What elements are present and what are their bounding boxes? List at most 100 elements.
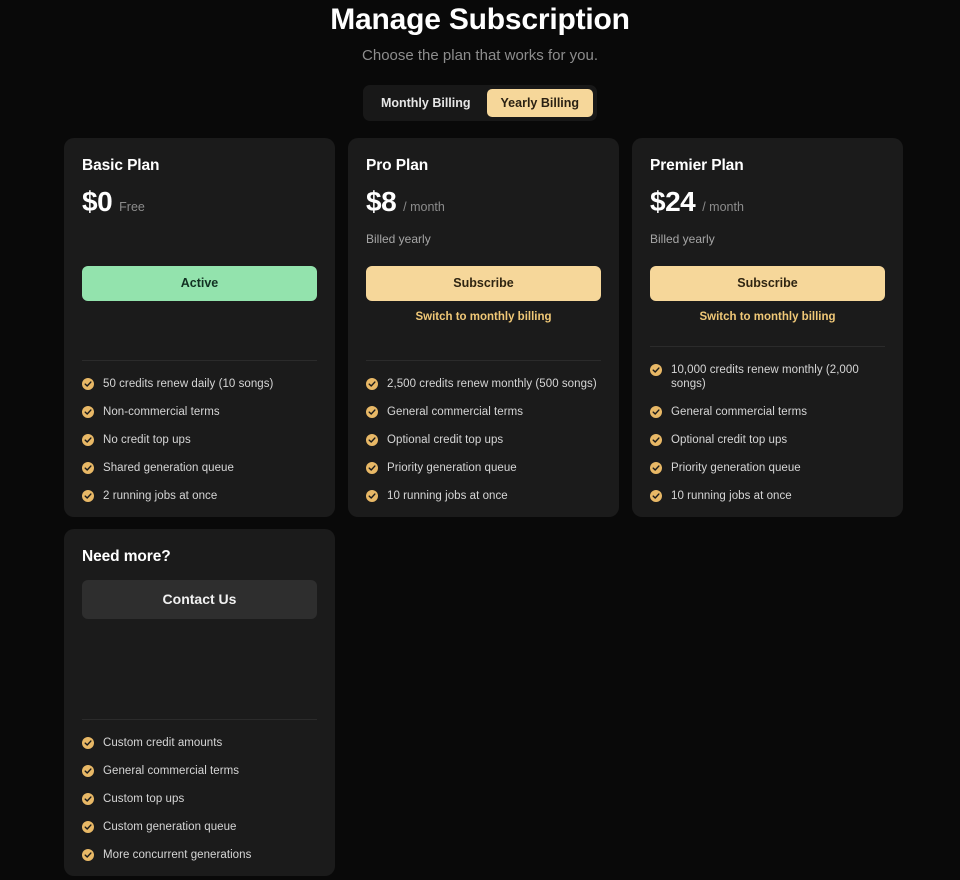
feature-item: Custom top ups bbox=[82, 792, 317, 820]
page-subtitle: Choose the plan that works for you. bbox=[0, 47, 960, 65]
check-circle-icon bbox=[82, 406, 94, 418]
toggle-monthly-billing[interactable]: Monthly Billing bbox=[367, 89, 485, 117]
check-circle-icon bbox=[82, 765, 94, 777]
feature-item: General commercial terms bbox=[650, 405, 885, 433]
feature-item: 10 running jobs at once bbox=[650, 489, 885, 503]
plan-billed-note: Billed yearly bbox=[650, 232, 885, 247]
plan-cta-slot: Active bbox=[82, 266, 317, 301]
feature-label: 2 running jobs at once bbox=[103, 489, 217, 503]
feature-label: General commercial terms bbox=[671, 405, 807, 419]
check-circle-icon bbox=[366, 406, 378, 418]
check-circle-icon bbox=[82, 462, 94, 474]
plan-name: Pro Plan bbox=[366, 156, 601, 175]
feature-label: 50 credits renew daily (10 songs) bbox=[103, 377, 273, 391]
feature-item: Optional credit top ups bbox=[650, 433, 885, 461]
feature-item: General commercial terms bbox=[82, 764, 317, 792]
plan-cta-slot: Subscribe Switch to monthly billing bbox=[366, 266, 601, 324]
feature-label: Non-commercial terms bbox=[103, 405, 220, 419]
plan-price-unit: Free bbox=[119, 200, 145, 215]
plan-billed-note bbox=[82, 232, 317, 247]
plan-card-pro: Pro Plan $8 / month Billed yearly Subscr… bbox=[348, 138, 619, 517]
plan-subscribe-button[interactable]: Subscribe bbox=[650, 266, 885, 301]
feature-item: Priority generation queue bbox=[650, 461, 885, 489]
subscription-page: Manage Subscription Choose the plan that… bbox=[0, 0, 960, 880]
plan-feature-list: 10,000 credits renew monthly (2,000 song… bbox=[650, 347, 885, 503]
plan-feature-list: 50 credits renew daily (10 songs) Non-co… bbox=[82, 361, 317, 503]
feature-label: More concurrent generations bbox=[103, 848, 251, 862]
feature-item: General commercial terms bbox=[366, 405, 601, 433]
check-circle-icon bbox=[650, 434, 662, 446]
feature-label: General commercial terms bbox=[387, 405, 523, 419]
feature-label: Optional credit top ups bbox=[387, 433, 503, 447]
feature-item: Optional credit top ups bbox=[366, 433, 601, 461]
check-circle-icon bbox=[650, 364, 662, 376]
price-row: $0 Free bbox=[82, 187, 317, 217]
check-circle-icon bbox=[366, 378, 378, 390]
feature-item: 2 running jobs at once bbox=[82, 489, 317, 503]
feature-label: Priority generation queue bbox=[671, 461, 801, 475]
switch-billing-link[interactable]: Switch to monthly billing bbox=[650, 310, 885, 324]
feature-label: Custom credit amounts bbox=[103, 736, 222, 750]
need-more-title: Need more? bbox=[82, 547, 317, 566]
feature-label: Custom top ups bbox=[103, 792, 184, 806]
feature-label: No credit top ups bbox=[103, 433, 191, 447]
check-circle-icon bbox=[366, 490, 378, 502]
plan-card-premier: Premier Plan $24 / month Billed yearly S… bbox=[632, 138, 903, 517]
check-circle-icon bbox=[82, 793, 94, 805]
check-circle-icon bbox=[82, 434, 94, 446]
feature-item: Custom generation queue bbox=[82, 820, 317, 848]
plan-cta-active-button[interactable]: Active bbox=[82, 266, 317, 301]
feature-item: Non-commercial terms bbox=[82, 405, 317, 433]
check-circle-icon bbox=[82, 821, 94, 833]
contact-us-button[interactable]: Contact Us bbox=[82, 580, 317, 619]
plan-price: $0 bbox=[82, 187, 112, 217]
plan-price: $24 bbox=[650, 187, 695, 217]
toggle-yearly-billing[interactable]: Yearly Billing bbox=[487, 89, 594, 117]
need-more-card: Need more? Contact Us Custom credit amou… bbox=[64, 529, 335, 876]
plan-name: Premier Plan bbox=[650, 156, 885, 175]
feature-label: Priority generation queue bbox=[387, 461, 517, 475]
feature-label: 10 running jobs at once bbox=[671, 489, 792, 503]
need-more-feature-list: Custom credit amounts General commercial… bbox=[82, 720, 317, 862]
page-header: Manage Subscription Choose the plan that… bbox=[0, 0, 960, 121]
check-circle-icon bbox=[366, 434, 378, 446]
check-circle-icon bbox=[366, 462, 378, 474]
check-circle-icon bbox=[650, 490, 662, 502]
feature-label: 10 running jobs at once bbox=[387, 489, 508, 503]
need-more-cta-slot: Contact Us bbox=[82, 580, 317, 619]
switch-billing-link[interactable]: Switch to monthly billing bbox=[366, 310, 601, 324]
check-circle-icon bbox=[82, 378, 94, 390]
card-spacer bbox=[82, 619, 317, 719]
plans-grid: Basic Plan $0 Free Active 50 credits ren… bbox=[64, 138, 904, 876]
feature-item: No credit top ups bbox=[82, 433, 317, 461]
feature-label: General commercial terms bbox=[103, 764, 239, 778]
feature-label: Custom generation queue bbox=[103, 820, 237, 834]
plan-price-unit: / month bbox=[702, 200, 744, 215]
plan-feature-list: 2,500 credits renew monthly (500 songs) … bbox=[366, 361, 601, 503]
check-circle-icon bbox=[82, 490, 94, 502]
feature-item: Priority generation queue bbox=[366, 461, 601, 489]
plan-subscribe-button[interactable]: Subscribe bbox=[366, 266, 601, 301]
plan-cta-slot: Subscribe Switch to monthly billing bbox=[650, 266, 885, 324]
feature-item: 10 running jobs at once bbox=[366, 489, 601, 503]
feature-item: More concurrent generations bbox=[82, 848, 317, 862]
feature-label: 2,500 credits renew monthly (500 songs) bbox=[387, 377, 597, 391]
billing-toggle-wrap: Monthly Billing Yearly Billing bbox=[0, 85, 960, 121]
feature-label: 10,000 credits renew monthly (2,000 song… bbox=[671, 363, 885, 391]
price-row: $8 / month bbox=[366, 187, 601, 217]
feature-item: 2,500 credits renew monthly (500 songs) bbox=[366, 377, 601, 405]
plan-price: $8 bbox=[366, 187, 396, 217]
billing-toggle[interactable]: Monthly Billing Yearly Billing bbox=[363, 85, 597, 121]
feature-item: Custom credit amounts bbox=[82, 736, 317, 764]
plan-name: Basic Plan bbox=[82, 156, 317, 175]
check-circle-icon bbox=[650, 406, 662, 418]
plan-billed-note: Billed yearly bbox=[366, 232, 601, 247]
plan-price-unit: / month bbox=[403, 200, 445, 215]
feature-item: 10,000 credits renew monthly (2,000 song… bbox=[650, 363, 885, 405]
feature-label: Optional credit top ups bbox=[671, 433, 787, 447]
card-spacer bbox=[366, 324, 601, 360]
check-circle-icon bbox=[82, 737, 94, 749]
page-title: Manage Subscription bbox=[0, 2, 960, 38]
card-spacer bbox=[650, 324, 885, 346]
check-circle-icon bbox=[650, 462, 662, 474]
